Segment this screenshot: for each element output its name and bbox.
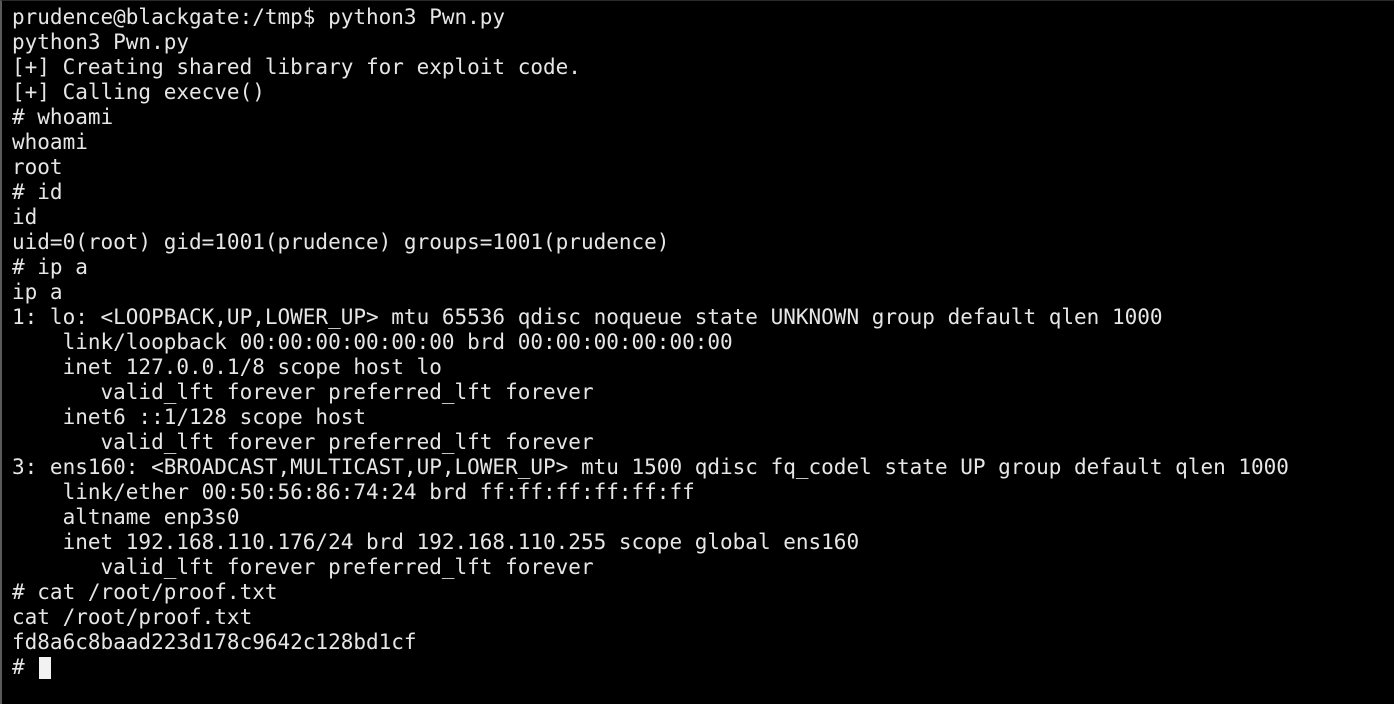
terminal-window[interactable]: prudence@blackgate:/tmp$ python3 Pwn.py … bbox=[0, 0, 1394, 704]
terminal-line: valid_lft forever preferred_lft forever bbox=[12, 380, 594, 404]
terminal-line: altname enp3s0 bbox=[12, 505, 240, 529]
terminal-line: whoami bbox=[12, 130, 88, 154]
shell-prompt: # bbox=[12, 655, 38, 679]
terminal-line: python3 Pwn.py bbox=[12, 30, 190, 54]
terminal-line: # cat /root/proof.txt bbox=[12, 580, 278, 604]
terminal-line: inet 192.168.110.176/24 brd 192.168.110.… bbox=[12, 530, 860, 554]
terminal-line: cat /root/proof.txt bbox=[12, 605, 253, 629]
terminal-line: inet 127.0.0.1/8 scope host lo bbox=[12, 355, 442, 379]
terminal-line: inet6 ::1/128 scope host bbox=[12, 405, 367, 429]
terminal-line: link/ether 00:50:56:86:74:24 brd ff:ff:f… bbox=[12, 480, 695, 504]
terminal-line: # ip a bbox=[12, 255, 88, 279]
terminal-line: ip a bbox=[12, 280, 63, 304]
terminal-line: valid_lft forever preferred_lft forever bbox=[12, 555, 594, 579]
terminal-line: # whoami bbox=[12, 105, 114, 129]
terminal-cursor bbox=[39, 657, 52, 679]
terminal-line: uid=0(root) gid=1001(prudence) groups=10… bbox=[12, 230, 670, 254]
terminal-line: # id bbox=[12, 180, 63, 204]
terminal-prompt-line[interactable]: # bbox=[12, 655, 1394, 680]
terminal-line: fd8a6c8baad223d178c9642c128bd1cf bbox=[12, 630, 417, 654]
terminal-line: prudence@blackgate:/tmp$ python3 Pwn.py bbox=[12, 5, 506, 29]
terminal-line: 1: lo: <LOOPBACK,UP,LOWER_UP> mtu 65536 … bbox=[12, 305, 1163, 329]
terminal-line: [+] Creating shared library for exploit … bbox=[12, 55, 581, 79]
terminal-line: valid_lft forever preferred_lft forever bbox=[12, 430, 594, 454]
terminal-line: root bbox=[12, 155, 63, 179]
terminal-line: link/loopback 00:00:00:00:00:00 brd 00:0… bbox=[12, 330, 733, 354]
terminal-line: [+] Calling execve() bbox=[12, 80, 265, 104]
terminal-line: id bbox=[12, 205, 38, 229]
terminal-line: 3: ens160: <BROADCAST,MULTICAST,UP,LOWER… bbox=[12, 455, 1289, 479]
